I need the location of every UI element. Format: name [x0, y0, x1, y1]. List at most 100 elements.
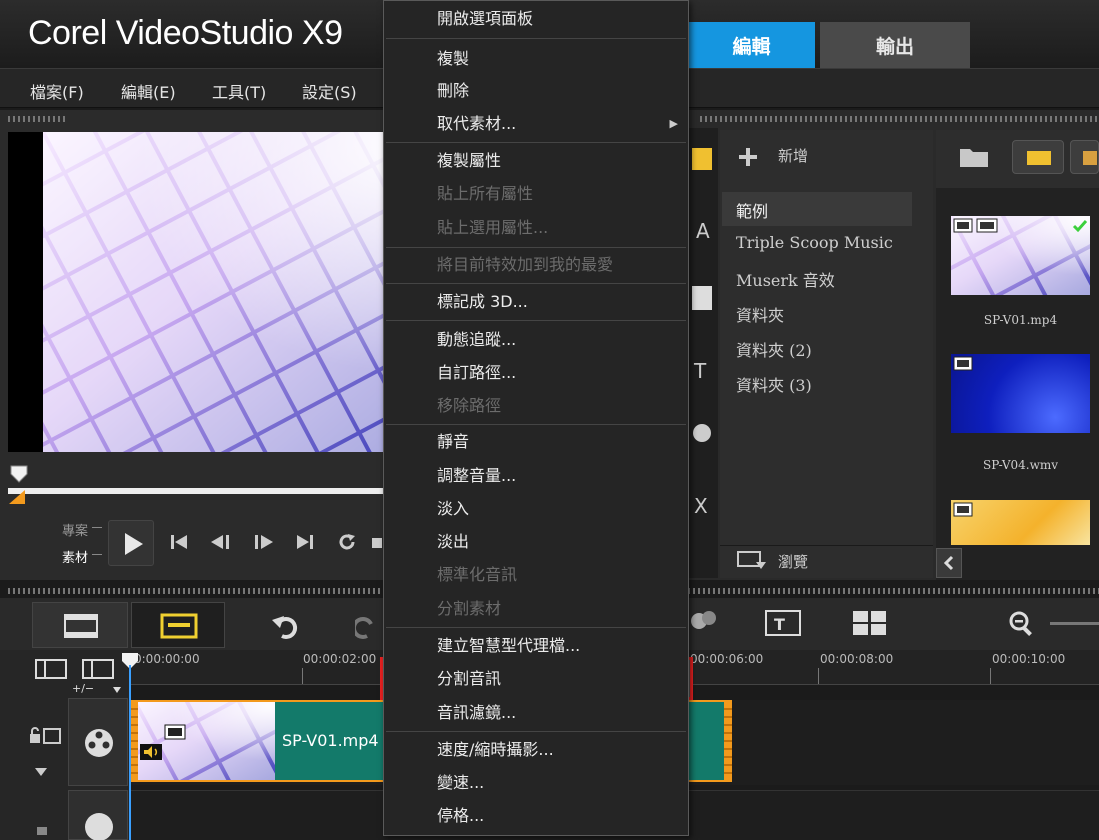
chevron-down-icon[interactable]	[112, 686, 122, 694]
ruler-tick	[990, 668, 991, 684]
video-badge-icon	[953, 356, 973, 371]
folder-icon[interactable]	[958, 143, 990, 169]
tab-output[interactable]: 輸出	[820, 22, 970, 68]
mode-dash	[92, 527, 102, 528]
add-folder-button[interactable]: 新增	[778, 145, 808, 166]
menu-file[interactable]: 檔案(F)	[30, 79, 84, 103]
menu-tools[interactable]: 工具(T)	[212, 79, 266, 103]
play-icon	[125, 533, 143, 555]
title-icon[interactable]: T	[763, 608, 803, 638]
track-expand-control[interactable]: +/−	[72, 682, 94, 695]
menu-item-create-smart-proxy[interactable]: 建立智慧型代理檔...	[384, 630, 688, 662]
category-item-folder[interactable]: 資料夾	[736, 302, 784, 326]
thumbnail-caption: SP-V01.mp4	[983, 313, 1058, 327]
menu-item-open-options-panel[interactable]: 開啟選項面板	[384, 3, 688, 35]
preview-screen	[8, 132, 386, 452]
svg-text:X: X	[694, 494, 708, 518]
chevron-left-icon	[943, 555, 954, 571]
menu-item-copy-attributes[interactable]: 複製屬性	[384, 145, 688, 177]
plus-icon[interactable]	[737, 146, 759, 168]
menu-item-label: 取代素材...	[437, 114, 517, 133]
clip-thumbnail	[135, 702, 275, 780]
go-to-start-button[interactable]	[162, 525, 196, 559]
menu-item-fade-out[interactable]: 淡出	[384, 526, 688, 558]
lock-track-icon[interactable]	[28, 726, 62, 746]
mode-dash	[92, 554, 102, 555]
menu-item-replace-clip[interactable]: 取代素材... ▶	[384, 108, 688, 140]
zoom-slider[interactable]	[1050, 622, 1099, 625]
scrubber-bar[interactable]	[8, 488, 386, 494]
checkmark-icon	[1072, 220, 1088, 233]
audio-speaker-icon	[140, 744, 162, 760]
menu-item-fade-in[interactable]: 淡入	[384, 493, 688, 525]
category-item-folder-2[interactable]: 資料夾 (2)	[736, 337, 812, 361]
mode-clip-label[interactable]: 素材	[52, 547, 88, 566]
timeline-view-button[interactable]	[131, 602, 225, 648]
menu-separator	[386, 627, 686, 628]
multi-camera-icon[interactable]	[850, 608, 890, 638]
menu-item-delete[interactable]: 刪除	[384, 75, 688, 107]
play-button[interactable]	[108, 520, 154, 566]
menu-item-split-audio[interactable]: 分割音訊	[384, 663, 688, 695]
video-track-button[interactable]	[68, 698, 128, 786]
menu-item-adjust-volume[interactable]: 調整音量...	[384, 460, 688, 492]
record-capture-icon[interactable]	[689, 604, 719, 638]
menu-settings[interactable]: 設定(S)	[302, 79, 357, 103]
clip-context-menu: 開啟選項面板 複製 刪除 取代素材... ▶ 複製屬性 貼上所有屬性 貼上選用屬…	[383, 0, 689, 836]
chevron-down-icon[interactable]	[34, 766, 48, 778]
submenu-arrow-icon: ▶	[669, 117, 678, 130]
svg-text:A: A	[696, 219, 710, 243]
overlay-track-button[interactable]	[68, 790, 128, 840]
storyboard-view-button[interactable]	[32, 602, 128, 648]
playhead-line	[129, 665, 131, 840]
category-item-folder-3[interactable]: 資料夾 (3)	[736, 372, 812, 396]
menu-item-remove-path: 移除路徑	[437, 396, 502, 415]
tab-edit[interactable]: 編輯	[688, 22, 815, 68]
panel-grip[interactable]	[8, 116, 68, 122]
show-video-button[interactable]	[1012, 140, 1064, 174]
menu-item-copy[interactable]: 複製	[384, 43, 688, 75]
browse-icon[interactable]	[736, 550, 768, 572]
ruler-tick-label: 00:00:06:00	[690, 652, 764, 666]
video-badge-icon	[953, 218, 998, 233]
category-item-samples[interactable]: 範例	[736, 198, 768, 222]
menu-item-add-effect-to-favorites: 將目前特效加到我的最愛	[437, 255, 614, 274]
ruler-tick-label: 00:00:10:00	[992, 652, 1066, 666]
browse-button[interactable]: 瀏覽	[778, 551, 808, 572]
clip-trim-handle-right[interactable]	[724, 702, 732, 780]
track-manager-icon[interactable]	[35, 658, 117, 680]
next-frame-button[interactable]	[246, 525, 280, 559]
go-to-end-button[interactable]	[288, 525, 322, 559]
menu-separator	[386, 424, 686, 425]
previous-frame-icon	[211, 535, 229, 549]
menu-separator	[386, 283, 686, 284]
menu-edit[interactable]: 編輯(E)	[121, 79, 176, 103]
zoom-out-icon[interactable]	[1008, 610, 1036, 638]
show-photo-button[interactable]	[1070, 140, 1099, 174]
lock-icon[interactable]	[34, 820, 50, 836]
previous-frame-button[interactable]	[204, 525, 238, 559]
clip-trim-handle-left[interactable]	[130, 702, 138, 780]
menu-item-customize-path[interactable]: 自訂路徑...	[384, 357, 688, 389]
redo-icon[interactable]	[355, 608, 385, 642]
menu-item-audio-filter[interactable]: 音訊濾鏡...	[384, 697, 688, 729]
menu-separator	[386, 142, 686, 143]
repeat-button[interactable]	[330, 525, 364, 559]
menu-item-mute[interactable]: 靜音	[384, 426, 688, 458]
volume-button[interactable]	[372, 538, 382, 548]
menu-item-speed-time-lapse[interactable]: 速度/縮時攝影...	[384, 734, 688, 766]
menu-item-mark-as-3d[interactable]: 標記成 3D...	[384, 286, 688, 318]
menu-item-freeze-frame[interactable]: 停格...	[384, 800, 688, 832]
category-item-triple-scoop-music[interactable]: Triple Scoop Music	[736, 233, 893, 252]
mode-project-label[interactable]: 專案	[52, 520, 88, 539]
undo-icon[interactable]	[268, 608, 302, 642]
scrubber-handle[interactable]	[9, 464, 29, 484]
trim-marker-icon[interactable]	[9, 490, 25, 504]
menu-item-variable-speed[interactable]: 變速...	[384, 767, 688, 799]
next-frame-icon	[255, 535, 273, 549]
menu-item-motion-tracking[interactable]: 動態追蹤...	[384, 324, 688, 356]
collapse-library-button[interactable]	[936, 548, 962, 578]
panel-grip[interactable]	[700, 116, 1099, 122]
ruler-tick	[818, 668, 819, 684]
category-item-muserk[interactable]: Muserk 音效	[736, 267, 835, 291]
